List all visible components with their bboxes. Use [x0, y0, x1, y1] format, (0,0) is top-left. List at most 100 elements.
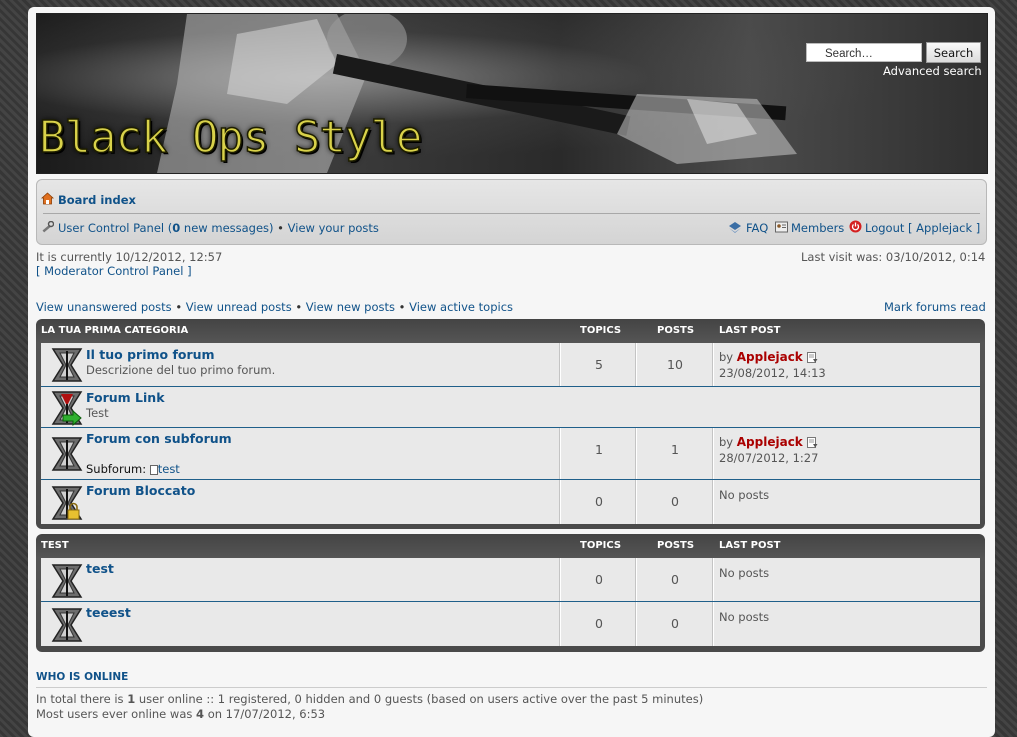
forum-row: Forum con subforum Subforum: test 1 1 by…: [41, 428, 980, 480]
board-index-link[interactable]: Board index: [58, 193, 136, 207]
online-total: In total there is 1 user online :: 1 reg…: [36, 692, 703, 706]
forum-row: Il tuo primo forum Descrizione del tuo p…: [41, 343, 980, 387]
posts-count: 1: [671, 442, 679, 457]
category-block: TEST TOPICS POSTS LAST POST test 0 0 No …: [36, 534, 985, 652]
online-divider: [36, 687, 987, 688]
forum-description: Test: [86, 406, 109, 420]
forum-row: Forum Bloccato 0 0 No posts: [41, 480, 980, 524]
last-post-date: 28/07/2012, 1:27: [719, 451, 819, 465]
forum-row: test 0 0 No posts: [41, 558, 980, 602]
posts-count: 0: [671, 494, 679, 509]
last-post-by: by: [719, 350, 737, 364]
online-text-a: In total there is: [36, 692, 128, 706]
posts-count: 0: [671, 572, 679, 587]
logout-icon: [849, 220, 862, 233]
topics-count: 5: [595, 357, 603, 372]
subforum-label: Subforum:: [86, 462, 147, 476]
navbar: Board index User Control Panel (0 new me…: [36, 179, 987, 245]
topics-count: 0: [595, 616, 603, 631]
faq-link[interactable]: FAQ: [746, 221, 768, 235]
mark-forums-read-link[interactable]: Mark forums read: [884, 300, 986, 314]
forum-read-icon: [51, 348, 83, 382]
col-last-post-header: LAST POST: [719, 540, 781, 551]
category-title[interactable]: LA TUA PRIMA CATEGORIA: [41, 325, 188, 336]
home-icon: [41, 192, 54, 205]
forum-locked-icon: [51, 486, 83, 520]
category-title[interactable]: TEST: [41, 540, 69, 551]
forum-read-icon: [51, 564, 83, 598]
subforum-line: Subforum: test: [86, 462, 180, 476]
forum-title-link[interactable]: test: [86, 561, 114, 576]
ucp-prefix: User Control Panel (: [58, 221, 173, 235]
bullet: •: [171, 300, 186, 314]
search-input[interactable]: [806, 43, 922, 62]
no-posts: No posts: [719, 566, 770, 580]
posts-count: 10: [667, 357, 683, 372]
members-link[interactable]: Members: [791, 221, 844, 235]
category-block: LA TUA PRIMA CATEGORIA TOPICS POSTS LAST…: [36, 319, 985, 529]
search-button[interactable]: Search: [926, 42, 981, 63]
ucp-line: User Control Panel (0 new messages) • Vi…: [58, 221, 379, 235]
last-post-user-link[interactable]: Applejack: [737, 435, 803, 449]
view-latest-post-icon[interactable]: [807, 352, 818, 363]
advanced-search-link[interactable]: Advanced search: [883, 64, 982, 78]
current-time: It is currently 10/12/2012, 12:57: [36, 250, 223, 264]
view-your-posts-link[interactable]: View your posts: [288, 221, 379, 235]
col-topics-header: TOPICS: [580, 325, 622, 336]
last-post: by Applejack: [719, 350, 803, 364]
quick-links: View unanswered posts • View unread post…: [36, 300, 513, 314]
new-posts-link[interactable]: View new posts: [306, 300, 395, 314]
posts-count: 0: [671, 616, 679, 631]
ucp-link[interactable]: User Control Panel (0 new messages): [58, 221, 274, 235]
forum-title-link[interactable]: Forum con subforum: [86, 431, 232, 446]
record-count: 4: [196, 707, 205, 721]
col-topics-header: TOPICS: [580, 540, 622, 551]
online-record: Most users ever online was 4 on 17/07/20…: [36, 707, 325, 721]
last-post: by Applejack: [719, 435, 803, 449]
last-post-user-link[interactable]: Applejack: [737, 350, 803, 364]
moderator-control-panel-link[interactable]: [ Moderator Control Panel ]: [36, 264, 192, 278]
bullet: •: [273, 221, 288, 235]
last-visit: Last visit was: 03/10/2012, 0:14: [801, 250, 986, 264]
header-banner: Black Ops Style: [36, 13, 988, 174]
unread-posts-link[interactable]: View unread posts: [186, 300, 292, 314]
forum-row: Forum Link Test: [41, 387, 980, 428]
members-icon: [775, 221, 788, 233]
subforum-icon: [149, 464, 158, 475]
who-is-online-title[interactable]: WHO IS ONLINE: [36, 671, 128, 683]
no-posts: No posts: [719, 488, 770, 502]
forum-description: Descrizione del tuo primo forum.: [86, 363, 276, 377]
forum-title-link[interactable]: Forum Link: [86, 390, 165, 405]
forum-title-link[interactable]: Forum Bloccato: [86, 483, 195, 498]
ucp-tools-icon: [42, 221, 54, 233]
site-logo[interactable]: Black Ops Style: [38, 111, 423, 164]
view-latest-post-icon[interactable]: [807, 437, 818, 448]
topics-count: 0: [595, 572, 603, 587]
last-post-by: by: [719, 435, 737, 449]
col-posts-header: POSTS: [657, 325, 695, 336]
page-wrapper: Black Ops Style Search Advanced search B…: [28, 7, 995, 737]
record-text-a: Most users ever online was: [36, 707, 197, 721]
forum-read-icon: [51, 437, 83, 471]
online-text-b: user online :: 1 registered, 0 hidden an…: [135, 692, 704, 706]
forum-title-link[interactable]: teeest: [86, 605, 131, 620]
topics-count: 0: [595, 494, 603, 509]
forum-title-link[interactable]: Il tuo primo forum: [86, 347, 215, 362]
subforum-link[interactable]: test: [158, 462, 180, 476]
col-last-post-header: LAST POST: [719, 325, 781, 336]
forum-link-icon: [51, 391, 83, 426]
record-text-b: on 17/07/2012, 6:53: [204, 707, 326, 721]
navbar-divider: [43, 213, 980, 214]
bullet: •: [291, 300, 306, 314]
faq-icon: [729, 222, 741, 233]
logout-link[interactable]: Logout [ Applejack ]: [865, 221, 980, 235]
forum-row: teeest 0 0 No posts: [41, 602, 980, 646]
active-topics-link[interactable]: View active topics: [409, 300, 513, 314]
topics-count: 1: [595, 442, 603, 457]
ucp-suffix: new messages): [180, 221, 274, 235]
bullet: •: [395, 300, 410, 314]
last-post-date: 23/08/2012, 14:13: [719, 366, 826, 380]
forum-read-icon: [51, 608, 83, 642]
no-posts: No posts: [719, 610, 770, 624]
unanswered-posts-link[interactable]: View unanswered posts: [36, 300, 172, 314]
